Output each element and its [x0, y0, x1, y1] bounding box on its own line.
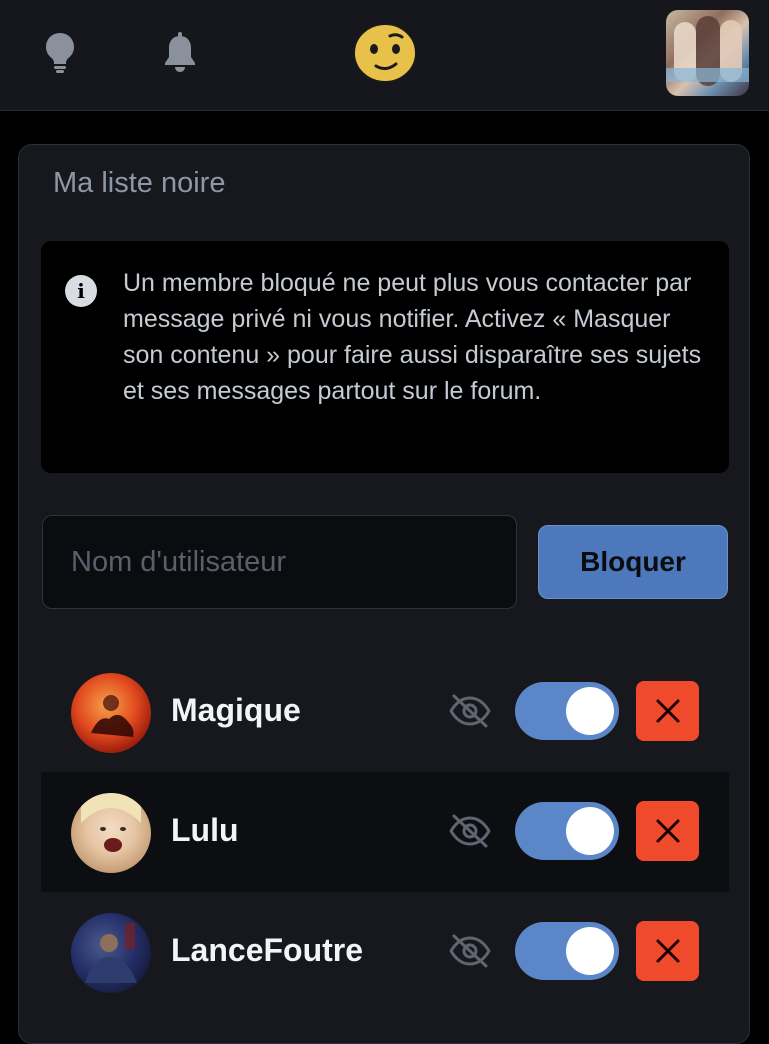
- username: LanceFoutre: [171, 932, 364, 968]
- profile-avatar[interactable]: [666, 10, 749, 96]
- hide-content-eye-off-icon[interactable]: [446, 810, 494, 852]
- close-icon: [656, 939, 679, 963]
- top-navigation-bar: [0, 0, 769, 111]
- blocked-user-row: LanceFoutre: [41, 892, 729, 1012]
- avatar: [71, 673, 151, 753]
- info-notice: i Un membre bloqué ne peut plus vous con…: [41, 241, 729, 473]
- hide-content-toggle[interactable]: [515, 682, 619, 740]
- remove-user-button[interactable]: [636, 921, 699, 981]
- hide-content-toggle[interactable]: [515, 802, 619, 860]
- close-icon: [656, 819, 679, 843]
- username: Lulu: [171, 812, 239, 848]
- block-button[interactable]: Bloquer: [538, 525, 728, 599]
- bell-icon[interactable]: [160, 30, 200, 74]
- username: Magique: [171, 692, 301, 728]
- hide-content-eye-off-icon[interactable]: [446, 930, 494, 972]
- remove-user-button[interactable]: [636, 681, 699, 741]
- close-icon: [656, 699, 679, 723]
- username-input[interactable]: [42, 515, 517, 609]
- blocked-user-row: Magique: [41, 652, 729, 772]
- page-title: Ma liste noire: [53, 167, 226, 199]
- lightbulb-icon[interactable]: [40, 30, 80, 74]
- info-text: Un membre bloqué ne peut plus vous conta…: [123, 269, 702, 405]
- avatar: [71, 913, 151, 993]
- hide-content-toggle[interactable]: [515, 922, 619, 980]
- avatar: [71, 793, 151, 873]
- remove-user-button[interactable]: [636, 801, 699, 861]
- emoji-avatar-icon[interactable]: [352, 22, 418, 84]
- blocked-user-row: Lulu: [41, 772, 729, 892]
- hide-content-eye-off-icon[interactable]: [446, 690, 494, 732]
- blacklist-card: Ma liste noire i Un membre bloqué ne peu…: [18, 144, 750, 1044]
- info-icon: i: [65, 275, 97, 307]
